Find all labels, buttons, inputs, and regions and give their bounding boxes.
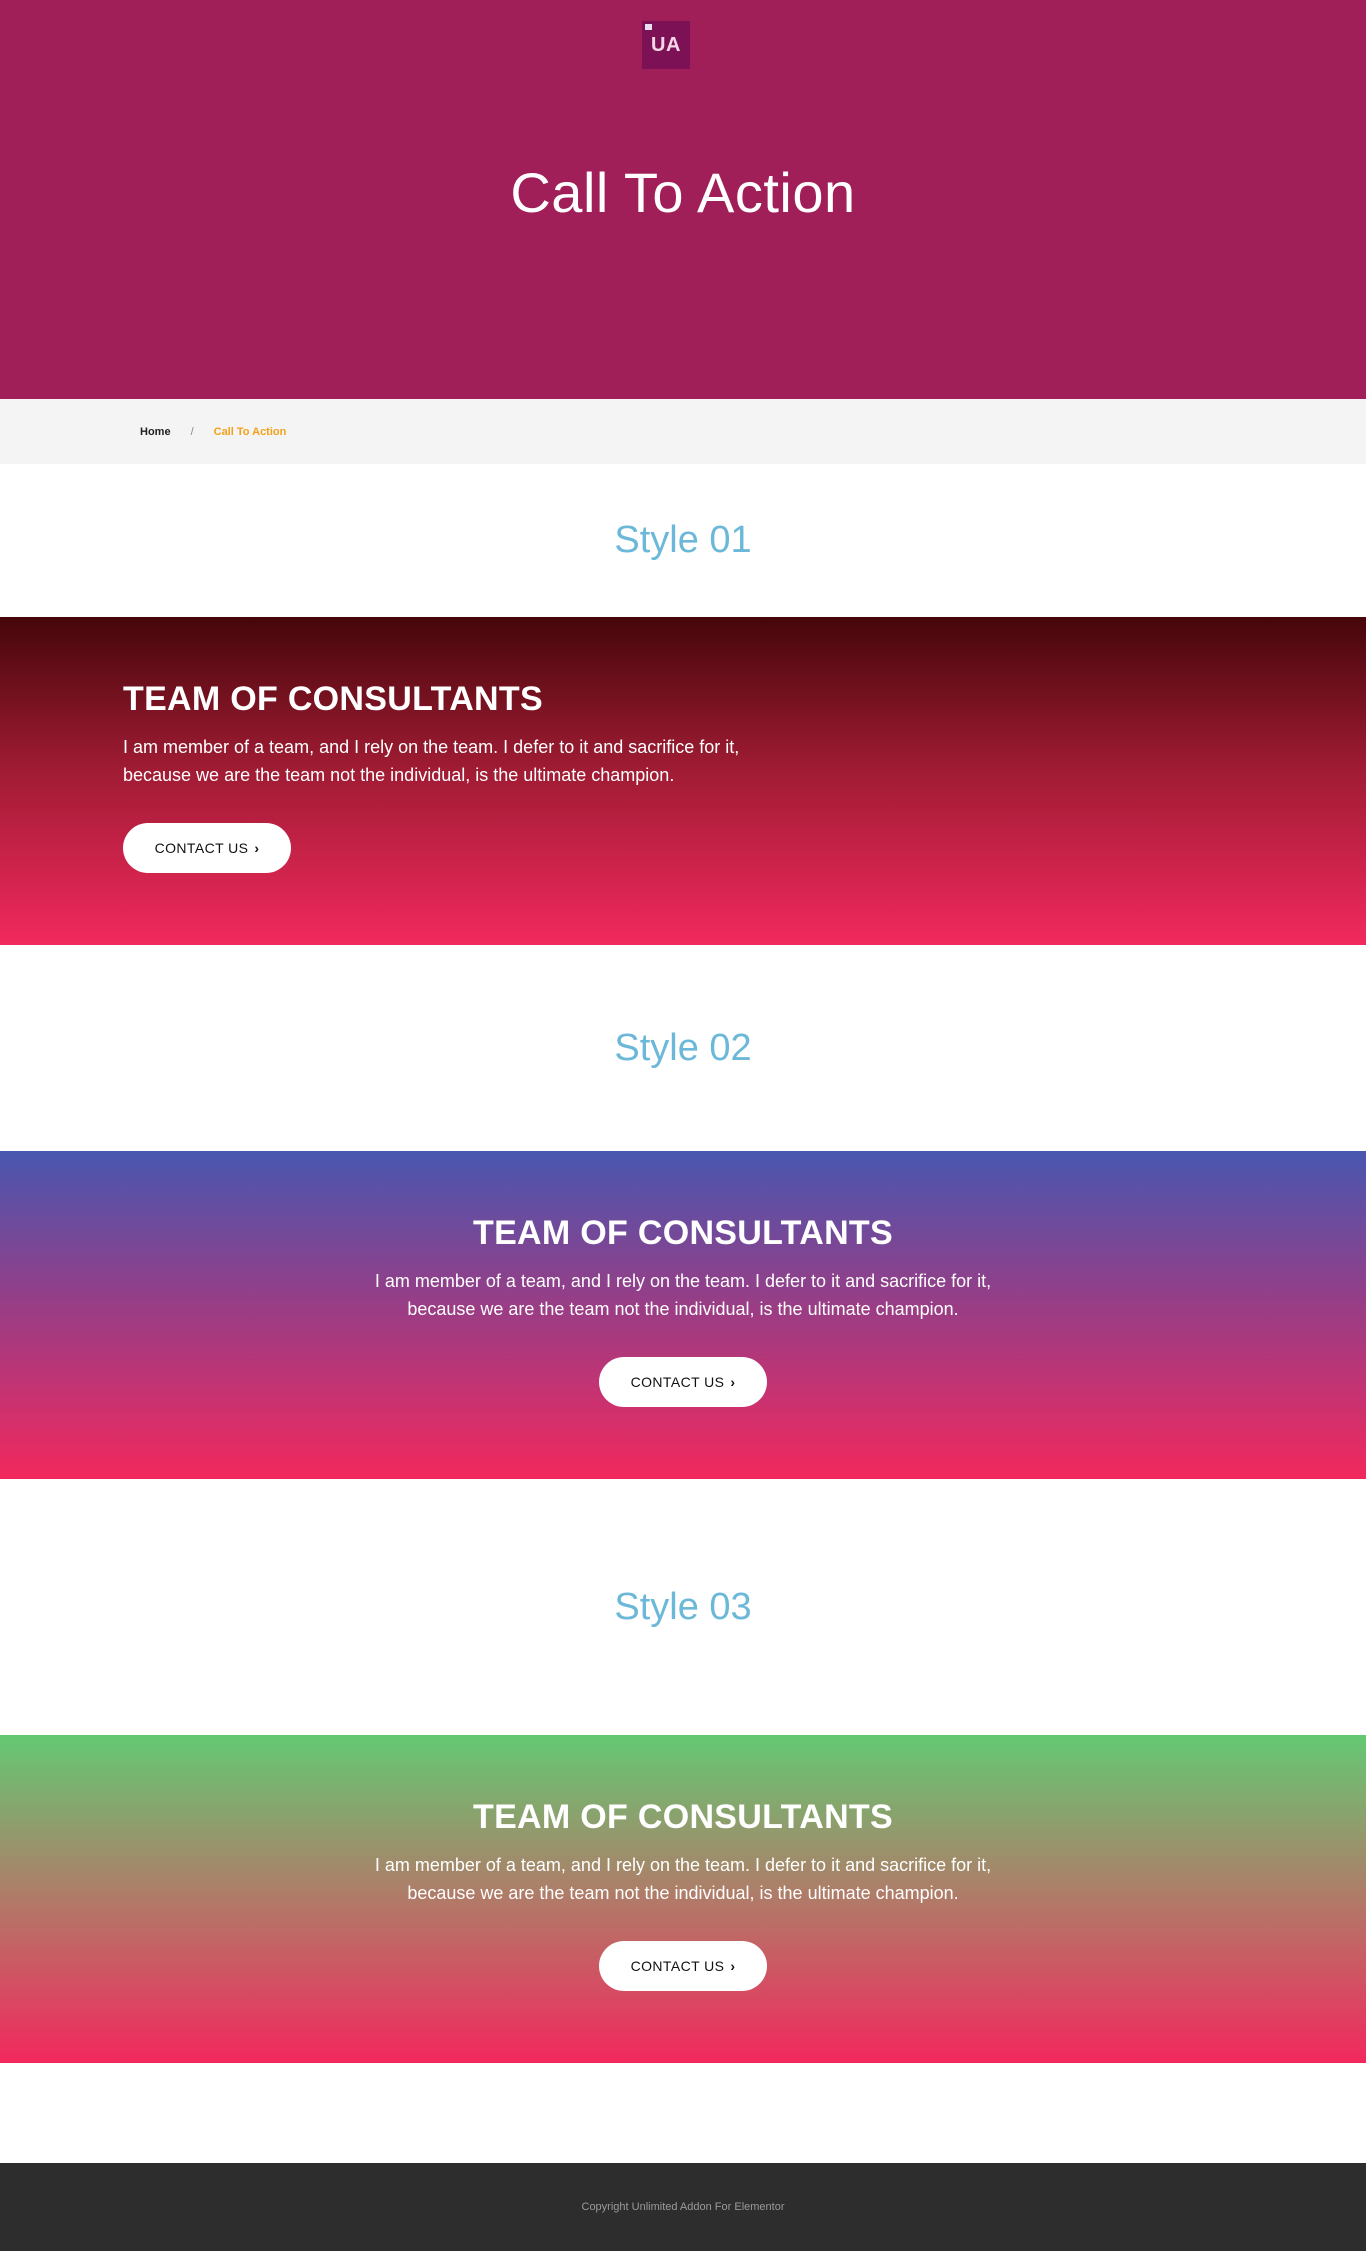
- chevron-right-icon: ›: [730, 1374, 736, 1391]
- button-label: CONTACT US: [630, 1374, 725, 1391]
- cta-section-style-02: TEAM OF CONSULTANTS I am member of a tea…: [0, 1151, 1366, 1479]
- page-header: UA Call To Action: [0, 0, 1366, 399]
- page-spacer: [0, 2063, 1366, 2163]
- logo-text: UA: [651, 33, 681, 56]
- style-heading-03: Style 03: [614, 1585, 752, 1628]
- chevron-right-icon: ›: [254, 840, 260, 857]
- cta-title: TEAM OF CONSULTANTS: [473, 1214, 893, 1252]
- style-heading-01: Style 01: [614, 519, 752, 561]
- cta-description: I am member of a team, and I rely on the…: [374, 1855, 992, 1904]
- cta-section-style-03: TEAM OF CONSULTANTS I am member of a tea…: [0, 1735, 1366, 2063]
- style-heading-02: Style 02: [614, 1026, 752, 1069]
- button-label: CONTACT US: [630, 1958, 725, 1975]
- cta-title: TEAM OF CONSULTANTS: [473, 1798, 893, 1836]
- cta-section-style-01: TEAM OF CONSULTANTS I am member of a tea…: [0, 617, 1366, 945]
- cta-content: TEAM OF CONSULTANTS I am member of a tea…: [0, 1211, 1366, 1408]
- page-footer: Copyright Unlimited Addon For Elementor: [0, 2163, 1366, 2251]
- copyright-text: Copyright Unlimited Addon For Elementor: [581, 2201, 785, 2213]
- cta-description: I am member of a team, and I rely on the…: [123, 737, 740, 786]
- logo-flag-icon: [645, 24, 652, 30]
- breadcrumb-separator: /: [190, 425, 194, 438]
- cta-title: TEAM OF CONSULTANTS: [123, 680, 543, 718]
- cta-description: I am member of a team, and I rely on the…: [374, 1271, 992, 1320]
- breadcrumb: Home / Call To Action: [0, 399, 1366, 464]
- contact-us-button[interactable]: CONTACT US ›: [599, 1941, 767, 1992]
- breadcrumb-home-link[interactable]: Home: [140, 426, 171, 438]
- cta-content: TEAM OF CONSULTANTS I am member of a tea…: [0, 1795, 1366, 1992]
- breadcrumb-current: Call To Action: [213, 425, 287, 438]
- chevron-right-icon: ›: [730, 1958, 736, 1975]
- contact-us-button[interactable]: CONTACT US ›: [123, 823, 291, 874]
- cta-content: TEAM OF CONSULTANTS I am member of a tea…: [123, 677, 783, 874]
- contact-us-button[interactable]: CONTACT US ›: [599, 1357, 767, 1408]
- page-title: Call To Action: [510, 161, 856, 224]
- site-logo[interactable]: UA: [642, 21, 690, 69]
- button-label: CONTACT US: [154, 840, 249, 857]
